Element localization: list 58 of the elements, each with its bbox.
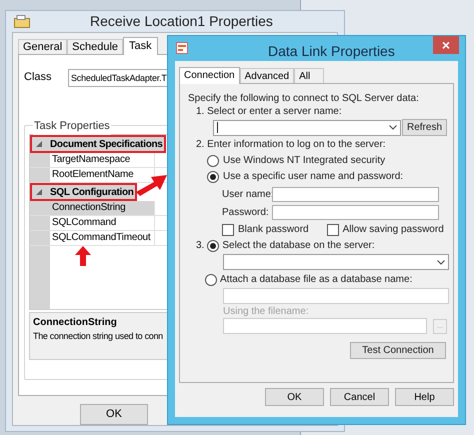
tab[interactable]: General [18,39,68,54]
intro-text: Specify the following to connect to SQL Server data: [188,92,420,105]
dialog-button[interactable]: Help [395,388,454,406]
group-title: Task Properties [33,118,111,134]
user-name-field[interactable] [272,187,439,202]
category-name: SQL Configuration [50,186,134,200]
chevron-down-icon [388,125,397,130]
property-name[interactable]: ConnectionString [50,201,155,215]
window-title: Receive Location1 Properties [90,12,273,31]
tab[interactable]: All [294,68,324,83]
close-button[interactable]: × [433,36,459,54]
radio-label: Select the database on the server: [222,239,375,252]
dialog-title: Data Link Properties [268,42,395,61]
password-label: Password: [222,206,270,219]
password-field[interactable] [272,205,439,220]
radio-label: Use Windows NT Integrated security [223,154,386,167]
database-name-field[interactable] [223,288,449,304]
checkbox-label: Allow saving password [342,223,444,236]
description-title: ConnectionString [33,316,117,330]
filename-label: Using the filename: [223,305,310,318]
refresh-button[interactable]: Refresh [402,119,447,136]
checkbox[interactable] [326,224,339,236]
tab[interactable]: Advanced [240,68,294,83]
arrow-icon [75,246,91,266]
property-name[interactable]: TargetNamespace [50,153,155,167]
class-label: Class [24,70,53,85]
dialog-button[interactable]: OK [265,388,324,406]
step-label: 2. Enter information to log on to the server: [196,138,387,151]
radio-label: Use a specific user name and password: [223,170,404,183]
radio-button[interactable] [207,154,219,166]
radio-button[interactable] [207,170,219,182]
dialog-button[interactable]: Cancel [330,388,389,406]
property-name[interactable]: SQLCommand [50,216,155,230]
expanded-triangle-icon[interactable] [36,141,42,147]
filename-field[interactable] [223,318,428,334]
checkbox[interactable] [222,224,234,236]
category-name: Document Specifications [50,138,163,152]
window-icon [14,15,30,28]
radio-label: Attach a database file as a database name: [220,273,412,286]
tab[interactable]: Schedule [67,39,124,54]
window-icon [176,42,188,54]
category-row[interactable]: SQL Configuration [30,183,137,201]
tab[interactable]: Connection [179,67,240,84]
ok-button[interactable]: OK [80,404,148,425]
test-connection-button[interactable]: Test Connection [350,342,446,359]
checkbox-label: Blank password [238,223,309,236]
description-text: The connection string used to conn [33,330,163,343]
tab[interactable]: Task [123,37,158,55]
radio-button[interactable] [207,240,220,252]
chevron-down-icon [437,260,445,264]
server-combobox[interactable] [213,120,401,136]
user-name-label: User name: [222,188,272,201]
step-label: 3. [196,239,204,252]
property-name[interactable]: SQLCommandTimeout [50,231,155,245]
category-row[interactable]: Document Specifications [30,135,166,153]
radio-button[interactable] [205,274,217,286]
step-label: 1. Select or enter a server name: [196,105,343,118]
expanded-triangle-icon[interactable] [36,189,42,195]
